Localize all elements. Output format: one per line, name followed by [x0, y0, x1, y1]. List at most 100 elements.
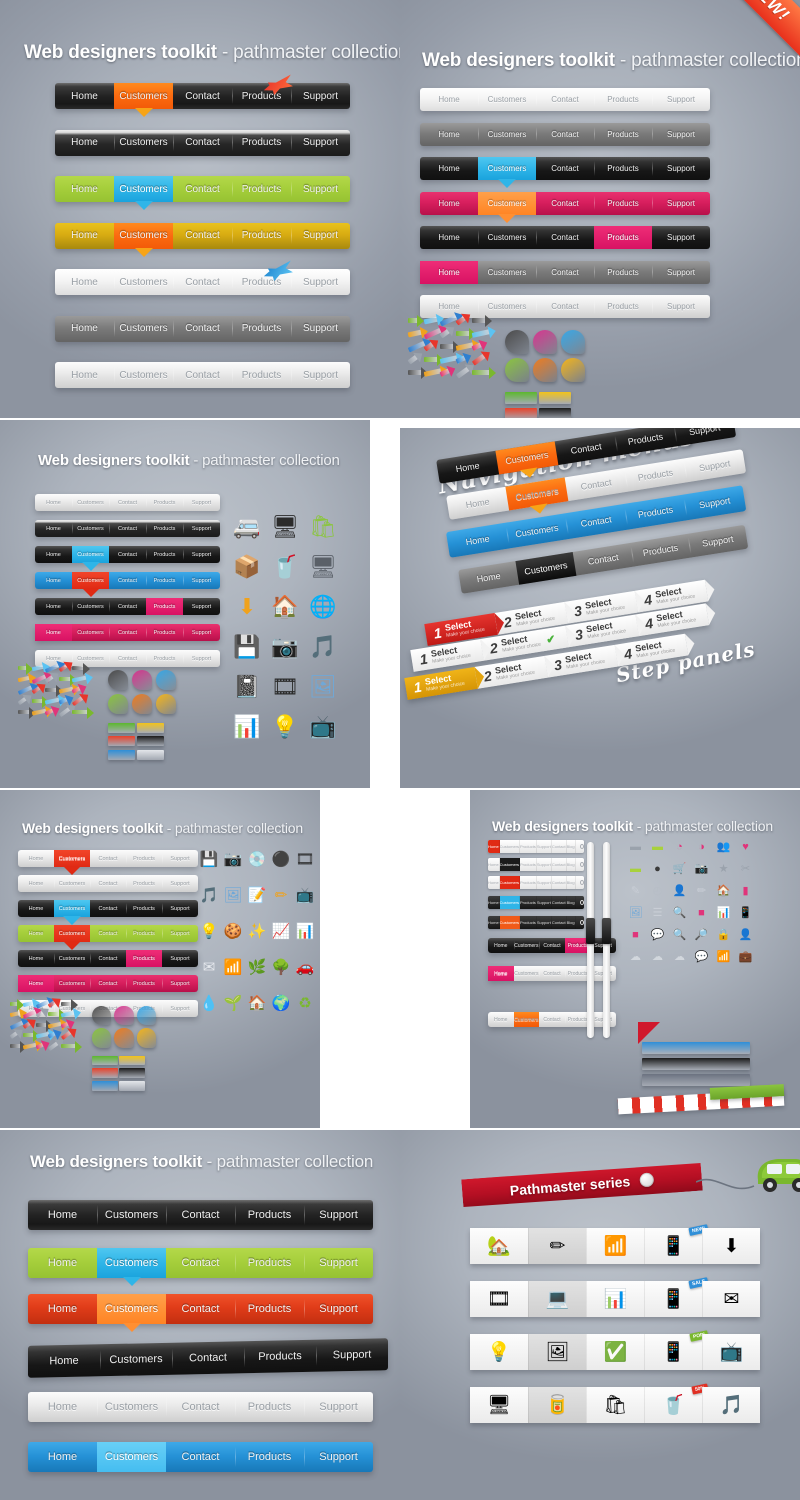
nav-item-contact[interactable]: Contact — [166, 1442, 235, 1472]
nav-item-products[interactable]: Products — [624, 459, 687, 492]
nav-item-customers[interactable]: Customers — [54, 925, 90, 950]
nav-item-contact[interactable]: Contact — [109, 624, 146, 641]
illustration-icon[interactable]: ⚫ — [270, 848, 292, 870]
illustration-icon[interactable]: 🌿 — [246, 956, 268, 978]
nav-item-customers[interactable]: Customers — [97, 1248, 166, 1286]
nav-item-customers[interactable]: Customers — [499, 876, 521, 889]
nav-bar[interactable]: HomeCustomersContactProductsSupport — [420, 226, 710, 249]
nav-item-contact[interactable]: Contact — [173, 269, 232, 295]
flat-icon[interactable]: 📷 — [694, 862, 709, 877]
nav-item-contact[interactable]: Contact — [109, 598, 146, 615]
illustration-icon[interactable]: 💡 — [270, 712, 300, 742]
flat-icon[interactable]: ♥ — [738, 840, 753, 855]
nav-bar[interactable]: HomeCustomersContactProductsSupport — [55, 129, 350, 156]
nav-item-contact[interactable]: Contact — [109, 650, 146, 667]
laptop-icon[interactable]: 💻 — [528, 1281, 586, 1317]
nav-item-contact[interactable]: Contact — [173, 316, 232, 342]
nav-item-home[interactable]: Home — [35, 598, 72, 615]
nav-item-customers[interactable]: Customers — [513, 1012, 540, 1027]
flat-icon[interactable]: 📶 — [716, 950, 731, 965]
illustration-icon[interactable]: 💡 — [198, 920, 220, 942]
nav-item-support[interactable]: Support — [162, 875, 198, 892]
illustration-icon[interactable]: 🏠 — [270, 592, 300, 622]
illustration-icon[interactable]: 🖼 — [308, 672, 338, 702]
nav-item-home[interactable]: Home — [55, 223, 114, 249]
nav-item-contact[interactable]: Contact — [173, 83, 232, 109]
jar-icon[interactable]: 🥫 — [528, 1387, 586, 1423]
nav-item-products[interactable]: Products — [235, 1442, 304, 1472]
nav-bar[interactable]: HomeCustomersContactProductsSupport — [18, 875, 198, 892]
nav-item-customers[interactable]: Customers — [114, 83, 173, 117]
nav-item-products[interactable]: Products — [146, 520, 183, 537]
nav-item-contact[interactable]: Contact — [552, 840, 567, 853]
nav-item-products[interactable]: Products — [520, 840, 537, 853]
nav-item-customers[interactable]: Customers — [478, 123, 536, 146]
nav-bar[interactable]: HomeCustomersContactProductsSupport — [55, 269, 350, 295]
nav-item-products[interactable]: Products — [630, 534, 691, 567]
flat-icon[interactable]: ▬ — [628, 840, 643, 855]
flat-icon[interactable]: ✂ — [738, 862, 753, 877]
nav-item-support[interactable]: Support — [683, 485, 746, 520]
nav-item-blog[interactable]: Blog — [567, 876, 576, 889]
nav-item-support[interactable]: Support — [652, 123, 710, 146]
flat-icon[interactable]: ★ — [716, 862, 731, 877]
nav-item-support[interactable]: Support — [291, 130, 350, 156]
illustration-icon[interactable]: 💾 — [198, 848, 220, 870]
nav-bar[interactable]: HomeCustomersContactProductsSupport — [28, 1294, 373, 1332]
nav-item-support[interactable]: Support — [652, 226, 710, 249]
nav-item-contact[interactable]: Contact — [173, 176, 232, 202]
flat-icon[interactable]: 📊 — [716, 906, 731, 921]
nav-item-support[interactable]: Support — [537, 858, 552, 871]
nav-item-contact[interactable]: Contact — [573, 543, 634, 576]
nav-item-home[interactable]: Home — [420, 192, 478, 215]
nav-item-contact[interactable]: Contact — [536, 157, 594, 180]
nav-bar[interactable]: HomeCustomersContactProductsSupport — [55, 176, 350, 210]
nav-item-support[interactable]: Support — [304, 1392, 373, 1422]
nav-bar[interactable]: HomeCustomersContactProductsSupport — [35, 520, 220, 537]
nav-bar[interactable]: HomeCustomersContactProductsSupport — [35, 494, 220, 511]
nav-item-contact[interactable]: Contact — [536, 261, 594, 284]
illustration-icon[interactable]: 🏠 — [246, 992, 268, 1014]
nav-item-customers[interactable]: Customers — [72, 624, 109, 641]
illustration-icon[interactable]: 🎵 — [308, 632, 338, 662]
illustration-icon[interactable]: 🖼 — [222, 884, 244, 906]
nav-item-support[interactable]: Support — [183, 546, 220, 563]
flat-icon[interactable]: 👥 — [716, 840, 731, 855]
photos-icon[interactable]: 🖼 — [528, 1334, 586, 1370]
nav-bar[interactable]: HomeCustomersContactProductsSupport — [488, 1012, 616, 1027]
nav-item-customers[interactable]: Customers — [499, 896, 521, 909]
nav-bar[interactable]: HomeCustomersContactProductsSupport — [18, 925, 198, 950]
nav-item-support[interactable]: Support — [673, 428, 736, 446]
flat-icon[interactable]: ● — [650, 862, 665, 877]
nav-item-support[interactable]: Support — [304, 1294, 373, 1324]
nav-item-support[interactable]: Support — [537, 840, 552, 853]
nav-item-support[interactable]: Support — [183, 494, 220, 511]
illustration-icon[interactable]: 📓 — [232, 672, 262, 702]
nav-item-contact[interactable]: Contact — [90, 900, 126, 917]
flat-icon[interactable]: 🖼 — [628, 906, 643, 921]
bar-chart-icon[interactable]: 📊 — [586, 1281, 644, 1317]
nav-bar[interactable]: HomeCustomersContactProductsSupport — [28, 1392, 373, 1422]
flat-icon[interactable]: ◴ — [650, 884, 665, 899]
nav-item-support[interactable]: Support — [304, 1200, 373, 1230]
nav-item-customers[interactable]: Customers — [54, 975, 90, 992]
pencil-icon[interactable]: ✏ — [528, 1228, 586, 1264]
illustration-icon[interactable]: 📺 — [308, 712, 338, 742]
nav-item-customers[interactable]: Customers — [478, 261, 536, 284]
nav-item-products[interactable]: Products — [146, 572, 183, 589]
nav-item-support[interactable]: Support — [652, 88, 710, 111]
nav-bar[interactable]: HomeCustomersContactProductsSupport — [55, 362, 350, 388]
nav-item-products[interactable]: Products — [520, 876, 537, 889]
slider-thumb-2[interactable] — [602, 918, 611, 944]
search-input[interactable]: search here — [576, 898, 584, 908]
illustration-icon[interactable]: 📶 — [222, 956, 244, 978]
nav-bar[interactable]: HomeCustomersContactProductsSupport — [420, 88, 710, 111]
nav-item-support[interactable]: Support — [291, 176, 350, 202]
flat-icon[interactable]: 🔎 — [694, 928, 709, 943]
rss-icon[interactable]: 📶 — [586, 1228, 644, 1264]
nav-item-home[interactable]: Home — [488, 1012, 514, 1027]
nav-item-home[interactable]: Home — [488, 938, 514, 953]
search-input[interactable]: search here — [576, 842, 584, 852]
illustration-icon[interactable]: 📊 — [294, 920, 316, 942]
illustration-icon[interactable]: 💿 — [246, 848, 268, 870]
